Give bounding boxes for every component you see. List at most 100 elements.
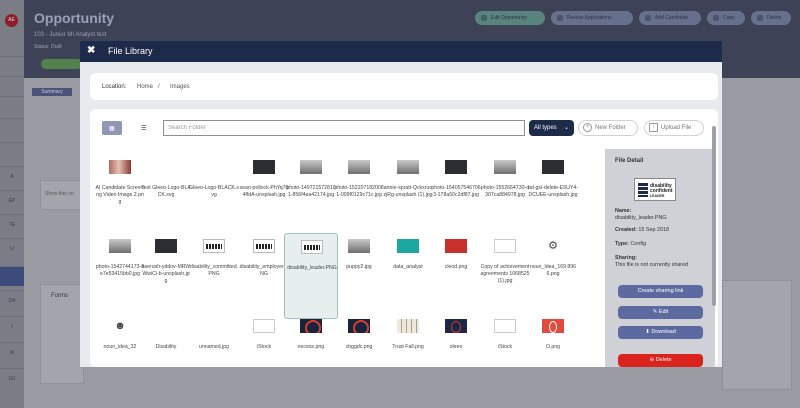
file-name: disability_committed.PNG (189, 264, 239, 277)
file-name: disability_leader.PNG (287, 265, 337, 271)
review-applications-button[interactable]: Review Applications (551, 11, 633, 25)
file-item[interactable]: ad-gsl-delete-E5UY4-DCUEE-unsplash.jpg (526, 154, 580, 240)
sidebar-item-2[interactable] (0, 76, 24, 96)
modal-header: ✖ File Library (80, 41, 722, 62)
file-name: Disability (155, 344, 177, 350)
forms-label: Forms (51, 293, 68, 299)
grid-icon: ▦ (109, 126, 115, 132)
file-item[interactable]: disability_committed.PNG (187, 233, 241, 319)
grid-view-button[interactable]: ▦ (102, 121, 122, 135)
file-item[interactable]: Copy of achievement agreements 1068525 (… (478, 233, 532, 319)
file-item[interactable]: cbggdc.png (332, 313, 386, 367)
sidebar-item-active[interactable] (0, 266, 24, 286)
file-item[interactable]: annie-spratt-QckxruozjRg-unsplash (1).jp… (381, 154, 435, 240)
file-item[interactable]: aserush-yddov-MRWWwiCi-b-unsplash.jpg (139, 233, 193, 319)
add-candidate-button[interactable]: Add Candidate (639, 11, 701, 25)
file-item[interactable]: oleeo (429, 313, 483, 367)
file-item[interactable]: unnamed.jpg (187, 313, 241, 367)
type-filter-select[interactable]: All types ⌄ (529, 120, 574, 136)
file-thumbnail (445, 319, 467, 333)
sidebar-item-te[interactable]: TE (0, 214, 24, 234)
file-item[interactable]: Trust Fall.png (381, 313, 435, 367)
file-name: unnamed.jpg (199, 344, 229, 350)
file-item[interactable]: ⚙ noun_Idea_169 8966.png (526, 233, 580, 319)
file-item[interactable]: photo-1540575467063-178a50c2df87.jpg (429, 154, 483, 240)
new-folder-button[interactable]: + New Folder (578, 120, 638, 136)
sidebar-item-5[interactable] (0, 142, 24, 162)
file-name: annie-spratt-QckxruozjRg-unsplash (1).jp… (383, 185, 433, 198)
file-item[interactable]: Test Gleeo-Logo-BLACK.svg (139, 154, 193, 240)
breadcrumb-images[interactable]: Images (170, 84, 190, 90)
background-card: Show this on (40, 180, 84, 210)
sidebar-item-m[interactable]: M (0, 342, 24, 362)
breadcrumb-home[interactable]: Home (137, 84, 153, 90)
list-view-button[interactable]: ☰ (134, 121, 154, 135)
file-item[interactable]: puppy2.jpg (332, 233, 386, 319)
tab-summary[interactable]: Summary (32, 88, 72, 96)
status-pill[interactable] (41, 59, 83, 69)
avatar[interactable]: AE (5, 14, 18, 27)
close-icon[interactable]: ✖ (87, 45, 95, 56)
modal-title: File Library (108, 46, 153, 56)
file-thumbnail (301, 240, 323, 254)
location-label: Location: (102, 84, 127, 90)
copy-button[interactable]: Copy (707, 11, 745, 25)
file-item[interactable]: Gleeo-Logo-BLACK.svg (187, 154, 241, 240)
file-item[interactable]: photo-1522071820081-009f0129c71c.jpg (332, 154, 386, 240)
file-name: Test Gleeo-Logo-BLACK.svg (141, 185, 191, 198)
sidebar-item-a[interactable]: A (0, 166, 24, 186)
file-item[interactable]: photo-1552664730-d307ca884978.jpg (478, 154, 532, 240)
delete-file-button[interactable]: ⊖ Delete (618, 354, 703, 367)
file-item[interactable]: sean-pollock-PhYq704ffdA-unsplash.jpg (237, 154, 291, 240)
file-item[interactable]: photo-1497215728101-856f4ea42174.jpg (284, 154, 338, 240)
file-preview: disability confident LEADER (634, 178, 676, 201)
file-thumbnail (445, 160, 467, 174)
file-item[interactable]: iStock (478, 313, 532, 367)
sidebar-item-u[interactable]: U (0, 238, 24, 258)
file-thumbnail (253, 319, 275, 333)
sidebar-item-3[interactable] (0, 96, 24, 116)
file-thumbnail (494, 319, 516, 333)
file-name: excess.png (297, 344, 325, 350)
file-thumbnail (397, 160, 419, 174)
edit-file-button[interactable]: ✎ Edit (618, 306, 703, 319)
file-name: O.png (545, 344, 561, 350)
file-thumbnail (348, 319, 370, 333)
file-item[interactable]: iStock (237, 313, 291, 367)
search-input[interactable] (163, 120, 525, 136)
sidebar-item-ep[interactable]: EP (0, 190, 24, 210)
file-thumbnail (203, 239, 225, 253)
file-name: noun_idea_32 (103, 344, 137, 350)
file-name: sean-pollock-PhYq704ffdA-unsplash.jpg (239, 185, 289, 198)
sidebar-item-su[interactable]: SU (0, 368, 24, 388)
download-button[interactable]: ⬇ Download (618, 326, 703, 339)
scrollbar[interactable] (712, 126, 716, 306)
breadcrumb-separator: / (158, 84, 160, 90)
file-item[interactable]: Disability (139, 313, 193, 367)
file-item[interactable]: cleod.png (429, 233, 483, 319)
left-sidebar: AE A EP TE U OA I M SU (0, 0, 24, 408)
file-name: iStock (497, 344, 513, 350)
file-thumbnail (300, 160, 322, 174)
delete-button[interactable]: Delete (751, 11, 791, 25)
sidebar-item-4[interactable] (0, 118, 24, 138)
sidebar-item-i[interactable]: I (0, 316, 24, 336)
detail-title: File Detail (615, 158, 644, 164)
file-item[interactable]: disability_employer.PNG (237, 233, 291, 319)
file-thumbnail (445, 239, 467, 253)
chevron-down-icon: ⌄ (563, 125, 569, 131)
file-library-modal: ✖ File Library Location: Home / Images ▦… (80, 41, 722, 367)
file-thumbnail (203, 319, 225, 333)
file-item[interactable]: excess.png (284, 313, 338, 367)
file-name: photo-1552664730-d307ca884978.jpg (480, 185, 530, 198)
file-thumbnail: ☻ (114, 320, 126, 332)
list-icon: ☰ (141, 126, 147, 132)
file-item[interactable]: data_analyst (381, 233, 435, 319)
file-item[interactable]: disability_leader.PNG (284, 233, 338, 319)
create-sharing-link-button[interactable]: Create sharing link (618, 285, 703, 298)
file-item[interactable]: O.png (526, 313, 580, 367)
edit-opportunity-button[interactable]: Edit Opportunity (475, 11, 545, 25)
upload-file-button[interactable]: ↑ Upload File (644, 120, 704, 136)
sidebar-item-1[interactable] (0, 56, 24, 76)
sidebar-item-oa[interactable]: OA (0, 290, 24, 310)
